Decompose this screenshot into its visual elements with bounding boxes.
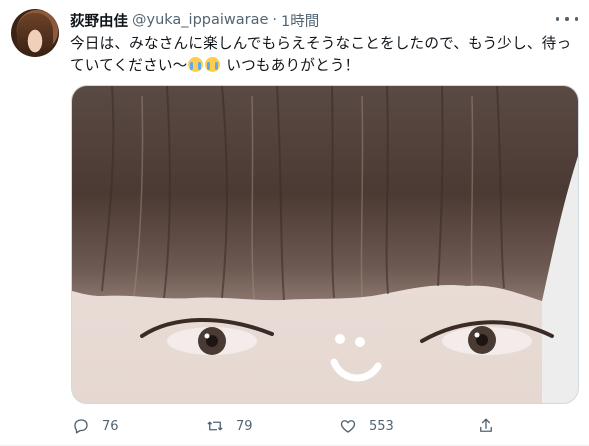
crying-face-emoji-icon: [188, 57, 204, 72]
tweet-text: 今日は、みなさんに楽しんでもらえそうなことをしたので、もう少し、待っていてくださ…: [70, 33, 578, 77]
retweet-button[interactable]: 79: [206, 413, 253, 439]
reply-button[interactable]: 76: [72, 413, 119, 439]
retweet-icon: [207, 421, 223, 431]
like-button[interactable]: 553: [339, 413, 394, 439]
tweet-header: 荻野由佳 @yuka_ippaiwarae · 1時間: [70, 10, 319, 30]
crying-face-emoji-icon: [205, 57, 221, 72]
tweet-text-end: いつもありがとう！: [221, 57, 360, 74]
reply-count: 76: [102, 418, 119, 434]
more-horizontal-icon[interactable]: [556, 12, 578, 26]
tweet-photo[interactable]: [71, 85, 579, 404]
reply-icon: [74, 419, 88, 434]
separator-dot: ·: [272, 12, 278, 28]
tweet[interactable]: 荻野由佳 @yuka_ippaiwarae · 1時間 今日は、みなさんに楽しん…: [0, 0, 589, 446]
author-handle[interactable]: @yuka_ippaiwarae: [132, 12, 268, 28]
tweet-time[interactable]: 1時間: [281, 10, 319, 31]
like-count: 553: [369, 418, 394, 434]
photo-face-image: [72, 86, 578, 403]
share-button[interactable]: [477, 413, 507, 439]
author-name[interactable]: 荻野由佳: [70, 10, 128, 31]
avatar[interactable]: [11, 9, 59, 57]
share-icon: [480, 418, 492, 432]
retweet-count: 79: [236, 418, 253, 434]
tweet-actions: 76 79 553: [0, 413, 589, 439]
heart-icon: [340, 420, 356, 433]
